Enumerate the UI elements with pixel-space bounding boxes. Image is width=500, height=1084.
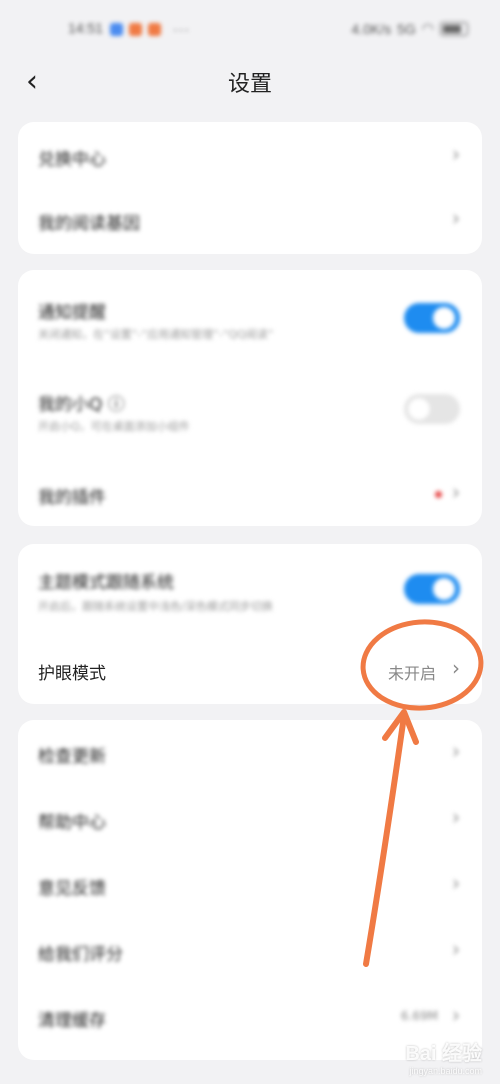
row-label: 检查更新 (38, 747, 106, 767)
xiaoq-toggle[interactable] (404, 394, 460, 424)
theme-follow-toggle[interactable] (404, 574, 460, 604)
row-label: 通知提醒 (38, 303, 106, 323)
feedback-row[interactable]: 意见反馈 › (18, 852, 482, 918)
wifi-icon: ◠ (421, 20, 434, 36)
chevron-right-icon: › (452, 937, 460, 961)
card-notifications: 通知提醒 关闭通知，在“设置”-“应用通知管理”-“QQ阅读” 我的小Q ⓘ 开… (18, 270, 482, 526)
eye-care-status: 未开启 (387, 664, 436, 683)
row-label: 帮助中心 (38, 813, 106, 833)
notify-row: 通知提醒 关闭通知，在“设置”-“应用通知管理”-“QQ阅读” (18, 270, 482, 360)
redeem-center-row[interactable]: 兑换中心 › (18, 122, 482, 188)
plugins-row[interactable]: 我的插件 › (18, 462, 482, 526)
eye-care-row[interactable]: 护眼模式 未开启 › (18, 636, 482, 704)
chevron-right-icon: › (452, 656, 460, 680)
row-label: 清理缓存 (38, 1011, 106, 1031)
chevron-right-icon: › (452, 1003, 460, 1027)
check-update-row[interactable]: 检查更新 › (18, 720, 482, 786)
row-label: 我的插件 (38, 488, 106, 508)
chevron-right-icon: › (452, 871, 460, 895)
page-title: 设置 (227, 72, 272, 97)
chevron-right-icon: › (452, 480, 460, 504)
baidu-watermark-logo: Bai 经验 jingyan.baidu.com (405, 1037, 482, 1076)
row-label: 主题模式跟随系统 (38, 573, 174, 593)
row-label: 给我们评分 (38, 945, 123, 965)
row-label: 意见反馈 (38, 879, 106, 899)
theme-follow-row: 主题模式跟随系统 开启后，跟随系统设置中浅色/深色模式同步切换 (18, 544, 482, 634)
cache-size: 6.69M (400, 1009, 438, 1023)
chevron-right-icon: › (452, 142, 460, 166)
notification-icons: ··· (110, 21, 190, 37)
card-support: 检查更新 › 帮助中心 › 意见反馈 › 给我们评分 › 清理缓存 6.69M … (18, 720, 482, 1060)
more-icon: ··· (173, 21, 190, 37)
card-display: 主题模式跟随系统 开启后，跟随系统设置中浅色/深色模式同步切换 护眼模式 未开启… (18, 544, 482, 704)
eye-care-label: 护眼模式 (38, 664, 106, 684)
card-account: 兑换中心 › 我的阅读基因 › (18, 122, 482, 254)
xiaoq-row: 我的小Q ⓘ 开启小Q，可在桌面添加小组件 (18, 366, 482, 456)
watermark-brand: Bai 经验 (405, 1043, 482, 1065)
status-bar: 14:51 ··· 4.0K/s 5G ◠ (0, 0, 500, 58)
status-right: 4.0K/s 5G ◠ (351, 20, 468, 37)
app-notification-icon (129, 22, 142, 36)
row-label: 我的小Q ⓘ (38, 395, 125, 415)
red-dot-badge (435, 491, 442, 498)
reading-gene-row[interactable]: 我的阅读基因 › (18, 188, 482, 254)
watermark-url: jingyan.baidu.com (409, 1066, 482, 1076)
notify-toggle[interactable] (404, 303, 460, 333)
chevron-right-icon: › (452, 206, 460, 230)
app-notification-icon (110, 22, 123, 36)
status-time: 14:51 (68, 20, 104, 36)
row-sub: 关闭通知，在“设置”-“应用通知管理”-“QQ阅读” (38, 328, 274, 341)
battery-icon (440, 21, 468, 36)
rate-us-row[interactable]: 给我们评分 › (18, 918, 482, 984)
row-sub: 开启后，跟随系统设置中浅色/深色模式同步切换 (38, 600, 273, 613)
chevron-right-icon: › (452, 805, 460, 829)
help-center-row[interactable]: 帮助中心 › (18, 786, 482, 852)
app-notification-icon (148, 22, 161, 36)
signal-icon: 5G (397, 20, 416, 37)
chevron-right-icon: › (452, 739, 460, 763)
row-label: 兑换中心 (38, 150, 106, 170)
row-label: 我的阅读基因 (38, 214, 140, 234)
network-speed: 4.0K/s (351, 20, 392, 37)
row-sub: 开启小Q，可在桌面添加小组件 (38, 420, 190, 433)
header: ‹ 设置 (0, 58, 500, 106)
